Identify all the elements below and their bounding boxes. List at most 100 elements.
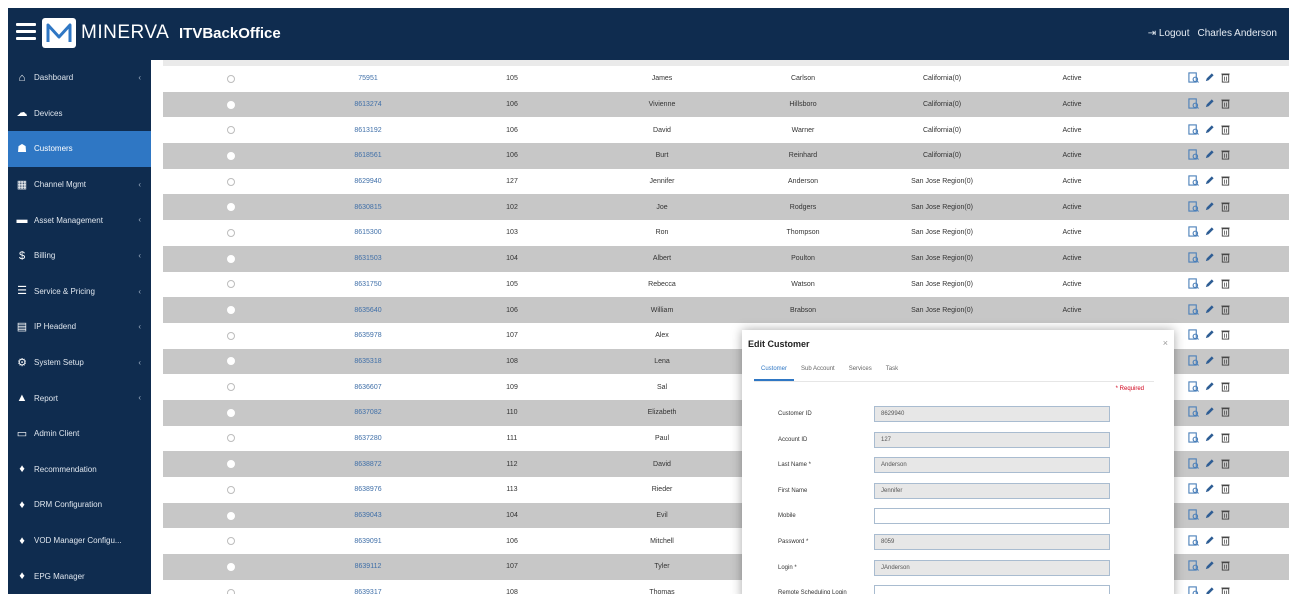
delete-icon[interactable] [1220, 560, 1231, 571]
edit-icon[interactable] [1204, 175, 1215, 186]
table-row[interactable]: 75951 105 James Carlson California(0) Active [163, 66, 1289, 92]
view-details-icon[interactable] [1187, 483, 1199, 495]
row-checkbox[interactable] [227, 254, 235, 263]
sidebar-item-channel-mgmt[interactable]: ▦ Channel Mgmt ‹ [8, 167, 151, 203]
sidebar-item-drm-configuration[interactable]: ♦ DRM Configuration [8, 487, 151, 523]
edit-icon[interactable] [1204, 406, 1215, 417]
delete-icon[interactable] [1220, 304, 1231, 315]
row-checkbox[interactable] [227, 588, 235, 594]
view-details-icon[interactable] [1187, 72, 1199, 84]
row-checkbox[interactable] [227, 74, 235, 83]
row-checkbox[interactable] [227, 331, 235, 340]
delete-icon[interactable] [1220, 278, 1231, 289]
view-details-icon[interactable] [1187, 175, 1199, 187]
view-details-icon[interactable] [1187, 535, 1199, 546]
customer-id-link[interactable]: 8639112 [299, 554, 437, 580]
delete-icon[interactable] [1220, 381, 1231, 392]
logout-link[interactable]: ⇥ Logout [1148, 28, 1190, 39]
table-row[interactable]: 8613274 106 Vivienne Hillsboro California(0)… [163, 91, 1289, 118]
edit-icon[interactable] [1204, 432, 1215, 443]
row-checkbox[interactable] [227, 280, 235, 289]
row-checkbox[interactable] [227, 408, 235, 417]
tab-customer[interactable]: Customer [754, 362, 795, 381]
view-details-icon[interactable] [1187, 432, 1199, 443]
table-row[interactable]: 8629940 127 Jennifer Anderson San Jose Regio… [163, 169, 1289, 195]
sidebar-item-billing[interactable]: $ Billing ‹ [8, 238, 151, 274]
delete-icon[interactable] [1220, 201, 1231, 212]
remote-scheduling-login-input[interactable] [874, 585, 1110, 594]
view-details-icon[interactable] [1187, 149, 1199, 161]
login-input[interactable]: JAnderson [874, 559, 1110, 576]
customer-id-link[interactable]: 8613274 [299, 92, 437, 118]
edit-icon[interactable] [1204, 72, 1215, 83]
sidebar-item-recommendation[interactable]: ♦ Recommendation [8, 452, 151, 488]
edit-icon[interactable] [1204, 226, 1215, 237]
customer-id-link[interactable]: 8637082 [299, 400, 437, 426]
edit-icon[interactable] [1204, 304, 1215, 315]
row-checkbox[interactable] [227, 177, 235, 186]
delete-icon[interactable] [1220, 406, 1231, 417]
edit-icon[interactable] [1204, 252, 1215, 263]
last-name-input[interactable]: Anderson [874, 457, 1110, 474]
table-row[interactable]: 8618561 106 Burt Reinhard California(0) Activ… [163, 143, 1289, 169]
customer-id-input[interactable]: 8629940 [874, 406, 1110, 422]
customer-id-link[interactable]: 8638872 [299, 451, 437, 477]
view-details-icon[interactable] [1187, 252, 1199, 264]
row-checkbox[interactable] [227, 434, 235, 443]
delete-icon[interactable] [1220, 252, 1231, 263]
customer-id-link[interactable]: 8631503 [299, 246, 437, 272]
delete-icon[interactable] [1220, 72, 1231, 83]
delete-icon[interactable] [1220, 329, 1231, 340]
sidebar-item-asset-management[interactable]: ▬ Asset Management ‹ [8, 202, 151, 238]
row-checkbox[interactable] [227, 460, 235, 469]
mobile-input[interactable] [874, 508, 1110, 525]
customer-id-link[interactable]: 8635318 [299, 349, 437, 375]
edit-icon[interactable] [1204, 509, 1215, 520]
customer-id-link[interactable]: 8615300 [299, 220, 437, 246]
customer-id-link[interactable]: 8635640 [299, 297, 437, 323]
row-checkbox[interactable] [227, 100, 235, 109]
sidebar-item-dashboard[interactable]: ⌂ Dashboard ‹ [8, 60, 151, 96]
view-details-icon[interactable] [1187, 329, 1199, 341]
first-name-input[interactable]: Jennifer [874, 482, 1110, 499]
tab-sub-account[interactable]: Sub Account [794, 362, 842, 381]
edit-icon[interactable] [1204, 483, 1215, 494]
edit-icon[interactable] [1204, 560, 1215, 571]
edit-icon[interactable] [1204, 201, 1215, 212]
edit-icon[interactable] [1204, 381, 1215, 392]
table-row[interactable]: 8631750 105 Rebecca Watson San Jose Region(0… [163, 272, 1289, 298]
view-details-icon[interactable] [1187, 406, 1199, 418]
view-details-icon[interactable] [1187, 355, 1199, 366]
view-details-icon[interactable] [1187, 278, 1199, 289]
delete-icon[interactable] [1220, 124, 1231, 135]
delete-icon[interactable] [1220, 432, 1231, 443]
delete-icon[interactable] [1220, 149, 1231, 160]
sidebar-item-service-pricing[interactable]: ☰ Service & Pricing ‹ [8, 274, 151, 310]
view-details-icon[interactable] [1187, 458, 1199, 469]
user-name[interactable]: Charles Anderson [1198, 28, 1278, 39]
sidebar-item-vod-manager-configu[interactable]: ♦ VOD Manager Configu... [8, 523, 151, 559]
edit-icon[interactable] [1204, 586, 1215, 594]
row-checkbox[interactable] [227, 203, 235, 212]
row-checkbox[interactable] [227, 306, 235, 315]
view-details-icon[interactable] [1187, 201, 1199, 212]
view-details-icon[interactable] [1187, 303, 1199, 315]
row-checkbox[interactable] [227, 537, 235, 546]
row-checkbox[interactable] [227, 357, 235, 366]
edit-icon[interactable] [1204, 124, 1215, 135]
customer-id-link[interactable]: 8638976 [299, 477, 437, 503]
edit-icon[interactable] [1204, 329, 1215, 340]
edit-icon[interactable] [1204, 355, 1215, 366]
customer-id-link[interactable]: 8630815 [299, 194, 437, 220]
customer-id-link[interactable]: 8635978 [299, 323, 437, 349]
delete-icon[interactable] [1220, 226, 1231, 238]
delete-icon[interactable] [1220, 355, 1231, 366]
view-details-icon[interactable] [1187, 380, 1199, 392]
customer-id-link[interactable]: 8637280 [299, 426, 437, 452]
delete-icon[interactable] [1220, 458, 1231, 469]
delete-icon[interactable] [1220, 586, 1231, 594]
customer-id-link[interactable]: 75951 [299, 66, 437, 92]
customer-id-link[interactable]: 8631750 [299, 272, 437, 298]
tab-task[interactable]: Task [879, 362, 905, 381]
password-input[interactable]: 8059 [874, 534, 1110, 550]
